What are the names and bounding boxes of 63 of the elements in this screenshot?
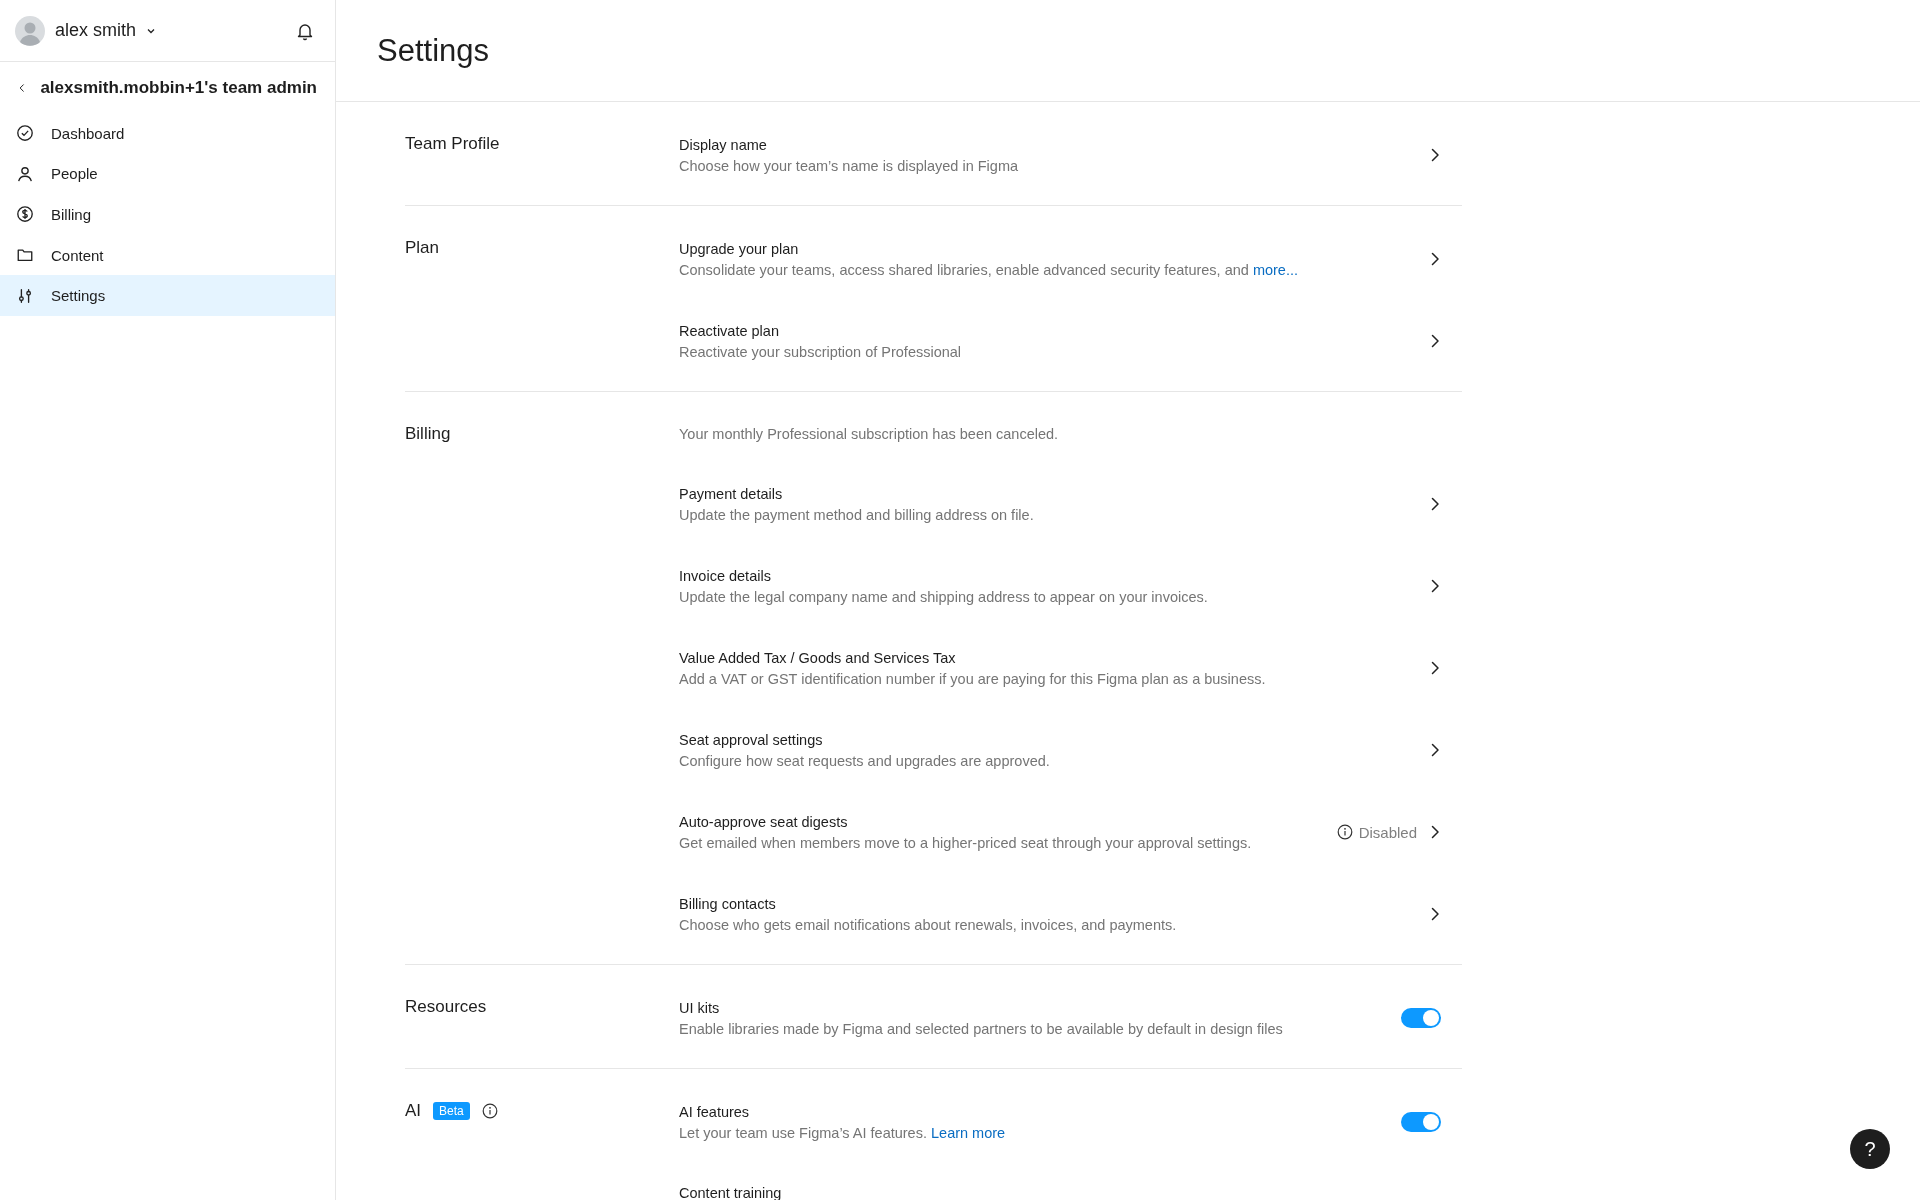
setting-title: AI features [679, 1102, 751, 1122]
chevron-right-icon[interactable] [1429, 742, 1441, 758]
setting-description: Get emailed when members move to a higher-priced seat through your approval settings. [679, 833, 1253, 853]
section-title: AI [405, 1101, 422, 1121]
setting-title: Auto-approve seat digests [679, 812, 849, 832]
toggle-switch[interactable] [1401, 1112, 1441, 1132]
section-title: Team Profile [405, 134, 500, 154]
setting-title: Display name [679, 135, 768, 155]
setting-description: Enable libraries made by Figma and selected partners to be available by default in design files [679, 1019, 1284, 1039]
setting-title: Seat approval settings [679, 730, 824, 750]
nav-label: Dashboard [51, 124, 125, 142]
chevron-right-icon[interactable] [1429, 147, 1441, 163]
setting-title: Reactivate plan [679, 321, 780, 341]
status-text: Disabled [1358, 823, 1417, 841]
team-title: alexsmith.mobbin+1's team admin [40, 78, 317, 98]
setting-title: Value Added Tax / Goods and Services Tax [679, 648, 957, 668]
chevron-right-icon[interactable] [1429, 906, 1441, 922]
nav-label: Settings [51, 287, 106, 305]
help-button[interactable]: ? [1850, 1129, 1890, 1169]
dollar-circle-icon [16, 205, 34, 224]
setting-description: Add a VAT or GST identification number if you are paying for this Figma plan as a business. [679, 669, 1267, 689]
setting-description: Update the payment method and billing address on file. [679, 505, 1035, 525]
info-icon[interactable] [481, 1103, 498, 1119]
nav-label: People [51, 165, 98, 183]
sliders-icon [16, 286, 34, 305]
setting-description: Let your team use Figma’s AI features. Learn more [679, 1123, 1007, 1143]
beta-badge: Beta [433, 1102, 470, 1120]
chevron-right-icon[interactable] [1429, 251, 1441, 267]
info-icon[interactable] [1336, 824, 1353, 840]
section-title: Resources [405, 997, 487, 1017]
user-name[interactable]: alex smith [55, 20, 137, 41]
setting-title: Invoice details [679, 566, 772, 586]
nav-item[interactable]: Billing [0, 194, 335, 235]
setting-description: Choose how your team’s name is displayed in Figma [679, 156, 1020, 176]
text-link[interactable]: Learn more [931, 1124, 1006, 1141]
setting-description: Configure how seat requests and upgrades are approved. [679, 751, 1051, 771]
person-icon [16, 164, 34, 183]
setting-description: Choose who gets email notifications about renewals, invoices, and payments. [679, 915, 1178, 935]
chevron-right-icon[interactable] [1429, 333, 1441, 349]
page-title: Settings [377, 32, 489, 69]
nav-item[interactable]: People [0, 153, 335, 195]
setting-title: Billing contacts [679, 894, 777, 914]
setting-title: UI kits [679, 998, 721, 1018]
setting-description: Update the legal company name and shipping address to appear on your invoices. [679, 587, 1209, 607]
nav-item[interactable]: Dashboard [0, 113, 335, 154]
setting-description: Consolidate your teams, access shared libraries, enable advanced security features, and more... [679, 260, 1299, 280]
nav-item[interactable]: Content [0, 234, 335, 276]
section-title: Billing [405, 424, 451, 444]
check-circle-icon [16, 124, 34, 143]
setting-description: Reactivate your subscription of Professional [679, 342, 963, 362]
section-title: Plan [405, 238, 440, 258]
chevron-right-icon[interactable] [1429, 660, 1441, 676]
nav-label: Billing [51, 206, 92, 223]
chevron-right-icon[interactable] [1429, 824, 1441, 840]
text-link[interactable]: more... [1252, 261, 1298, 278]
setting-description: Your monthly Professional subscription has been canceled. [679, 425, 1060, 444]
setting-title: Payment details [679, 484, 784, 504]
chevron-right-icon[interactable] [1429, 578, 1441, 594]
toggle-switch[interactable] [1401, 1008, 1441, 1028]
nav-label: Content [51, 246, 104, 264]
nav-item[interactable]: Settings [0, 275, 335, 316]
chevron-right-icon[interactable] [1429, 496, 1441, 512]
setting-title: Upgrade your plan [679, 239, 800, 259]
